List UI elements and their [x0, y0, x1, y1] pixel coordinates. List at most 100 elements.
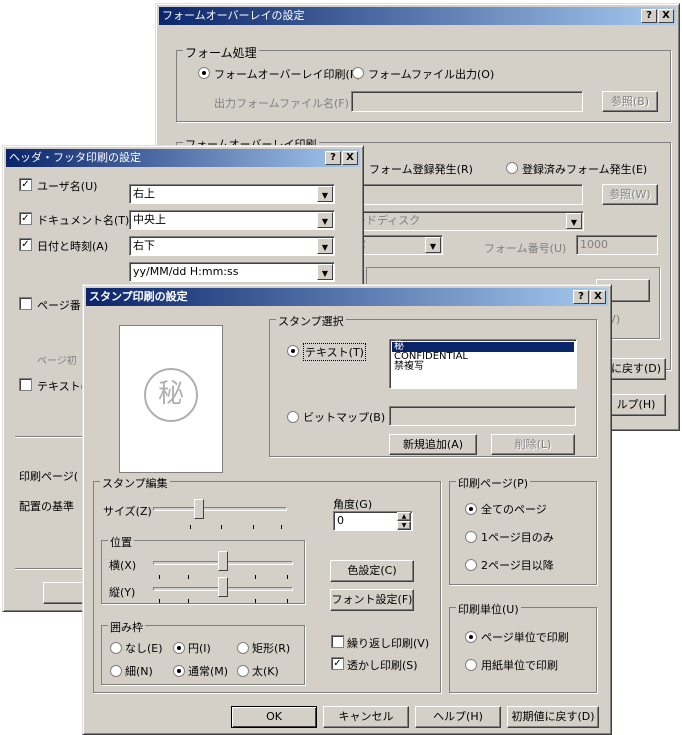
chevron-down-icon[interactable]: ▼	[317, 264, 333, 280]
title-bar: スタンプ印刷の設定 ? X	[86, 288, 608, 306]
cancel-button[interactable]: キャンセル	[323, 706, 409, 728]
browse-button-1[interactable]: 参照(B)	[602, 91, 658, 112]
spin-down-button[interactable]: ▼	[397, 521, 411, 530]
delete-button[interactable]: 削除(L)	[491, 434, 575, 455]
date-position-combo[interactable]: 右下 ▼	[129, 236, 335, 256]
device-combo[interactable]: ードディスク ▼	[351, 211, 584, 231]
slider-tick	[281, 525, 282, 529]
document-position-combo[interactable]: 中央上 ▼	[129, 210, 335, 230]
chevron-down-icon[interactable]: ▼	[317, 238, 333, 254]
stamp-list[interactable]: 秘 CONFIDENTIAL 禁複写	[389, 339, 577, 389]
group-label: 印刷単位(U)	[456, 601, 521, 617]
text-radio[interactable]	[287, 345, 299, 357]
slider-tick	[221, 525, 222, 529]
form-file-output-radio[interactable]	[352, 67, 364, 79]
close-title-button[interactable]: X	[342, 151, 358, 165]
first-page-radio[interactable]	[465, 531, 477, 543]
form-name-field[interactable]	[351, 184, 583, 205]
bitmap-field[interactable]	[389, 406, 576, 426]
date-format-combo[interactable]: yy/MM/dd H:mm:ss ▼	[129, 262, 335, 282]
paper-unit-label: 用紙単位で印刷	[481, 659, 558, 672]
list-item[interactable]: 禁複写	[390, 362, 576, 372]
angle-spinner[interactable]: ▲ ▼	[397, 512, 411, 530]
frame-thick-label: 太(K)	[252, 665, 279, 678]
horizontal-slider-thumb[interactable]	[218, 551, 228, 571]
registered-form-label: 登録済みフォーム発生(E)	[522, 163, 648, 176]
chevron-down-icon[interactable]: ▼	[317, 212, 333, 228]
group-label: フォーム処理	[183, 44, 259, 61]
add-new-button[interactable]: 新規追加(A)	[389, 434, 477, 455]
document-name-checkbox[interactable]: ✓	[19, 212, 32, 225]
help-title-button[interactable]: ?	[325, 151, 341, 165]
close-title-button[interactable]: X	[590, 290, 606, 304]
overlay-print-label: フォームオーバーレイ印刷(P)	[214, 68, 361, 81]
document-name-label: ドキュメント名(T)	[37, 214, 130, 227]
stamp-preview: 秘	[119, 325, 223, 473]
page-unit-label: ページ単位で印刷	[481, 631, 569, 644]
bitmap-radio[interactable]	[287, 411, 299, 423]
registered-form-radio[interactable]	[506, 162, 518, 174]
overlay-print-radio[interactable]	[198, 67, 210, 79]
slider-tick	[255, 599, 256, 603]
reset-button-partial[interactable]: に戻す(D)	[606, 358, 666, 380]
frame-rect-label: 矩形(R)	[252, 642, 291, 655]
size-label: サイズ(Z)	[103, 505, 152, 518]
print-page-label: 印刷ページ(	[19, 470, 79, 483]
vertical-slider-thumb[interactable]	[218, 577, 228, 597]
second-page-radio[interactable]	[465, 559, 477, 571]
size-slider-track[interactable]	[153, 507, 287, 511]
chevron-down-icon[interactable]: ▼	[425, 237, 441, 253]
help-title-button[interactable]: ?	[641, 9, 657, 23]
print-unit-group: 印刷単位(U)	[449, 601, 597, 693]
close-title-button[interactable]: X	[658, 9, 674, 23]
page-unit-radio[interactable]	[465, 631, 477, 643]
frame-circle-label: 円(I)	[188, 642, 211, 655]
spin-up-button[interactable]: ▲	[397, 512, 411, 521]
frame-rect-radio[interactable]	[237, 642, 249, 654]
date-time-checkbox[interactable]: ✓	[19, 238, 32, 251]
form-file-output-label: フォームファイル出力(O)	[368, 68, 495, 81]
chevron-down-icon[interactable]: ▼	[566, 213, 582, 229]
slider-tick	[159, 599, 160, 603]
slider-tick	[190, 525, 191, 529]
help-button-partial[interactable]: ルプ(H)	[606, 394, 666, 416]
transparent-print-label: 透かし印刷(S)	[347, 659, 418, 672]
user-name-label: ユーザ名(U)	[37, 180, 98, 193]
frame-thin-radio[interactable]	[110, 665, 122, 677]
form-number-field[interactable]: 1000	[576, 235, 658, 255]
frame-normal-radio[interactable]	[173, 665, 185, 677]
ok-button[interactable]: OK	[231, 706, 317, 728]
page-number-checkbox[interactable]	[19, 297, 32, 310]
mode-combo[interactable]: 常 ▼	[351, 235, 443, 255]
group-label: スタンプ選択	[276, 313, 346, 329]
color-settings-button[interactable]: 色設定(C)	[330, 560, 414, 582]
user-position-combo[interactable]: 右上 ▼	[129, 184, 335, 204]
help-title-button[interactable]: ?	[573, 290, 589, 304]
slider-tick	[188, 599, 189, 603]
transparent-print-checkbox[interactable]: ✓	[331, 657, 344, 670]
browse-button-2[interactable]: 参照(W)	[602, 184, 658, 205]
size-slider-thumb[interactable]	[193, 499, 204, 519]
frame-circle-radio[interactable]	[173, 642, 185, 654]
vertical-label: 縦(Y)	[109, 586, 136, 599]
help-button[interactable]: ヘルプ(H)	[415, 706, 501, 728]
user-name-checkbox[interactable]: ✓	[19, 178, 32, 191]
frame-thick-radio[interactable]	[237, 665, 249, 677]
horizontal-label: 横(X)	[109, 559, 137, 572]
frame-none-label: なし(E)	[125, 642, 163, 655]
repeat-print-checkbox[interactable]	[331, 635, 344, 648]
reset-defaults-button[interactable]: 初期値に戻す(D)	[507, 706, 599, 728]
angle-label: 角度(G)	[333, 498, 373, 511]
frame-none-radio[interactable]	[110, 642, 122, 654]
font-settings-button[interactable]: フォント設定(F)	[330, 589, 414, 611]
frame-thin-label: 細(N)	[125, 665, 153, 678]
paper-unit-radio[interactable]	[465, 659, 477, 671]
slider-tick	[159, 575, 160, 579]
all-pages-radio[interactable]	[465, 503, 477, 515]
slider-tick	[287, 599, 288, 603]
output-file-field[interactable]	[351, 91, 583, 112]
text-checkbox[interactable]	[19, 378, 32, 391]
chevron-down-icon[interactable]: ▼	[317, 186, 333, 202]
dialog-title: スタンプ印刷の設定	[89, 290, 188, 303]
stamp-print-dialog: スタンプ印刷の設定 ? X 秘 スタンプ選択 テキスト(T) 秘 CONFIDE…	[82, 284, 612, 735]
